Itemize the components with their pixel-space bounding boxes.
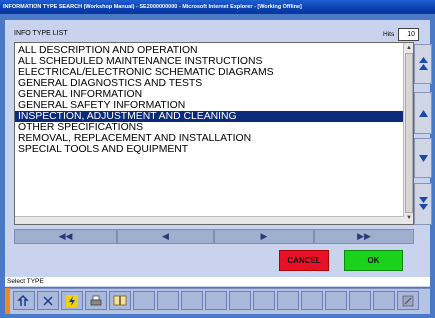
line-down-button[interactable] [414, 138, 432, 178]
next-page-button[interactable]: ▶ [214, 229, 314, 244]
list-item[interactable]: GENERAL INFORMATION [15, 89, 404, 100]
toolbar-empty-button[interactable] [157, 291, 179, 310]
first-page-button[interactable]: ◀◀ [14, 229, 117, 244]
window-title: INFORMATION TYPE SEARCH (Workshop Manual… [0, 0, 435, 14]
scroll-thumb[interactable] [405, 53, 413, 213]
list-item[interactable]: ALL DESCRIPTION AND OPERATION [15, 45, 404, 56]
vertical-scrollbar[interactable]: ▲ ▼ [403, 43, 413, 224]
list-item[interactable]: ALL SCHEDULED MAINTENANCE INSTRUCTIONS [15, 56, 404, 67]
lightning-button[interactable] [61, 291, 83, 310]
up-arrow-icon [418, 109, 428, 117]
ok-button[interactable]: OK [344, 250, 403, 271]
hits-count: 10 [398, 28, 419, 41]
toolbar-empty-button[interactable] [253, 291, 275, 310]
print-button[interactable] [85, 291, 107, 310]
book-button[interactable] [109, 291, 131, 310]
toolbar-empty-button[interactable] [229, 291, 251, 310]
close-icon [43, 296, 53, 305]
list-item[interactable]: REMOVAL, REPLACEMENT AND INSTALLATION [15, 133, 404, 144]
print-icon [90, 295, 102, 305]
close-button[interactable] [37, 291, 59, 310]
double-up-arrow-icon [418, 57, 428, 70]
info-type-list[interactable]: ALL DESCRIPTION AND OPERATION ALL SCHEDU… [14, 42, 414, 225]
toolbar-empty-button[interactable] [349, 291, 371, 310]
toolbar-empty-button[interactable] [205, 291, 227, 310]
home-icon [17, 294, 29, 306]
lightning-icon [66, 294, 78, 307]
scroll-down-arrow-icon[interactable]: ▼ [405, 214, 413, 222]
info-type-list-label: INFO TYPE LIST [14, 30, 68, 37]
list-item[interactable]: SPECIAL TOOLS AND EQUIPMENT [15, 144, 404, 155]
status-bar: Select TYPE [5, 277, 430, 286]
list-item[interactable]: GENERAL DIAGNOSTICS AND TESTS [15, 78, 404, 89]
last-page-button[interactable]: ▶▶ [314, 229, 414, 244]
settings-icon [402, 295, 414, 306]
home-button[interactable] [13, 291, 35, 310]
list-item-selected[interactable]: INSPECTION, ADJUSTMENT AND CLEANING [15, 111, 404, 122]
list-item[interactable]: ELECTRICAL/ELECTRONIC SCHEMATIC DIAGRAMS [15, 67, 404, 78]
page-down-button[interactable] [414, 183, 432, 225]
toolbar-accent-tab [5, 288, 10, 314]
line-up-button[interactable] [414, 92, 432, 134]
toolbar-empty-button[interactable] [277, 291, 299, 310]
hits-label: Hits [383, 31, 395, 38]
page-up-button[interactable] [414, 44, 432, 84]
toolbar-empty-button[interactable] [325, 291, 347, 310]
list-item[interactable]: OTHER SPECIFICATIONS [15, 122, 404, 133]
toolbar-empty-button[interactable] [181, 291, 203, 310]
list-item[interactable]: GENERAL SAFETY INFORMATION [15, 100, 404, 111]
horizontal-scrollbar[interactable] [15, 216, 404, 224]
scroll-up-arrow-icon[interactable]: ▲ [405, 44, 413, 52]
settings-button[interactable] [397, 291, 419, 310]
cancel-button[interactable]: CANCEL [279, 250, 329, 271]
toolbar-empty-button[interactable] [133, 291, 155, 310]
double-down-arrow-icon [418, 197, 428, 210]
previous-page-button[interactable]: ◀ [117, 229, 214, 244]
toolbar-empty-button[interactable] [373, 291, 395, 310]
book-icon [113, 295, 127, 306]
toolbar-empty-button[interactable] [301, 291, 323, 310]
down-arrow-icon [418, 154, 428, 162]
